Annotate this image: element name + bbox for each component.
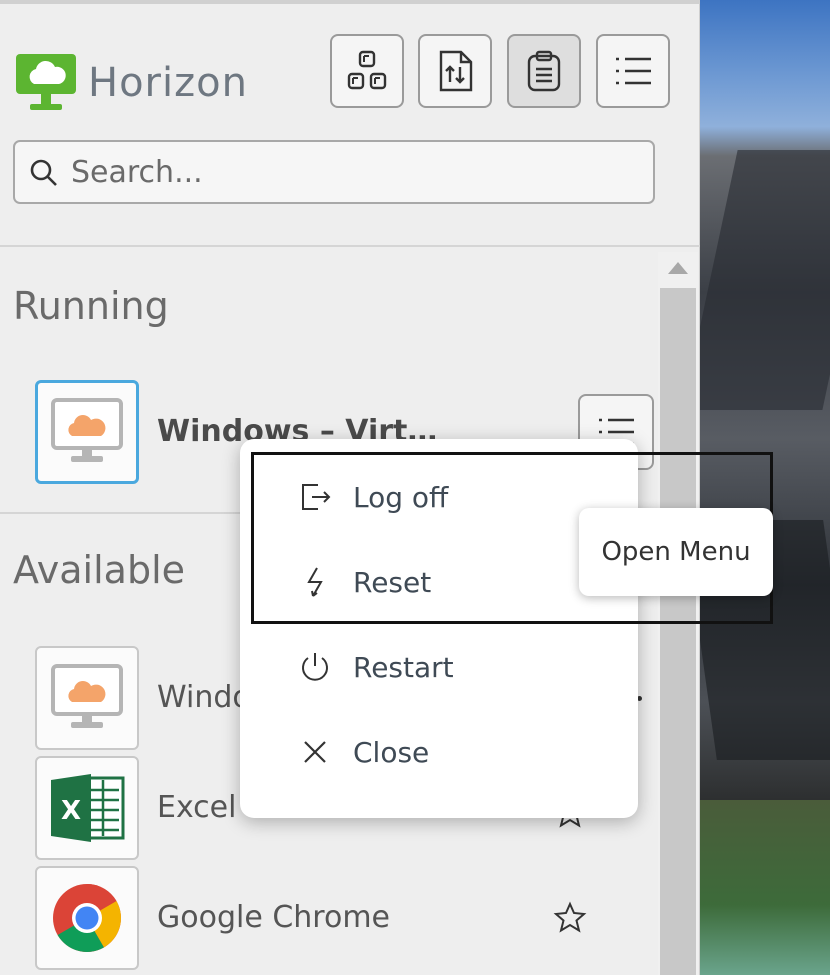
running-section-title: Running — [13, 284, 169, 328]
scroll-up-arrow-icon[interactable] — [668, 262, 688, 274]
file-transfer-icon — [439, 50, 473, 92]
available-app-name-excel[interactable]: Excel — [157, 790, 236, 825]
excel-icon: X — [51, 774, 125, 842]
apps-view-button[interactable] — [330, 34, 404, 108]
list-icon — [616, 57, 651, 85]
search-input[interactable] — [69, 153, 633, 191]
file-transfer-button[interactable] — [418, 34, 492, 108]
tooltip-text: Open Menu — [601, 537, 751, 567]
chrome-icon — [53, 884, 121, 952]
menu-item-close[interactable]: Close — [240, 712, 638, 792]
available-app-name-windows[interactable]: Windo — [157, 680, 251, 715]
running-app-tile[interactable] — [35, 380, 139, 484]
clipboard-button[interactable] — [507, 34, 581, 108]
available-app-tile-chrome[interactable] — [35, 866, 139, 970]
header-divider — [0, 245, 700, 247]
apps-grid-icon — [347, 50, 387, 90]
favorite-star-icon[interactable] — [553, 901, 587, 935]
cloud-desktop-icon — [51, 398, 123, 462]
available-app-tile-windows[interactable] — [35, 646, 139, 750]
available-section-title: Available — [13, 548, 186, 592]
power-icon — [302, 653, 328, 681]
close-icon — [304, 741, 326, 763]
list-menu-button[interactable] — [596, 34, 670, 108]
horizon-logo-icon — [16, 54, 76, 110]
menu-item-restart[interactable]: Restart — [240, 627, 638, 707]
open-menu-tooltip: Open Menu — [579, 508, 773, 596]
available-app-tile-excel[interactable]: X — [35, 756, 139, 860]
search-box[interactable] — [13, 140, 655, 204]
menu-item-label: Restart — [353, 650, 454, 684]
scrollbar-thumb[interactable] — [660, 288, 696, 975]
brand-title: Horizon — [88, 60, 248, 106]
menu-item-label: Close — [353, 735, 430, 769]
clipboard-icon — [527, 50, 561, 92]
available-app-name-chrome[interactable]: Google Chrome — [157, 900, 390, 935]
search-icon — [30, 159, 57, 186]
svg-text:X: X — [61, 796, 81, 826]
cloud-desktop-icon — [51, 664, 123, 728]
